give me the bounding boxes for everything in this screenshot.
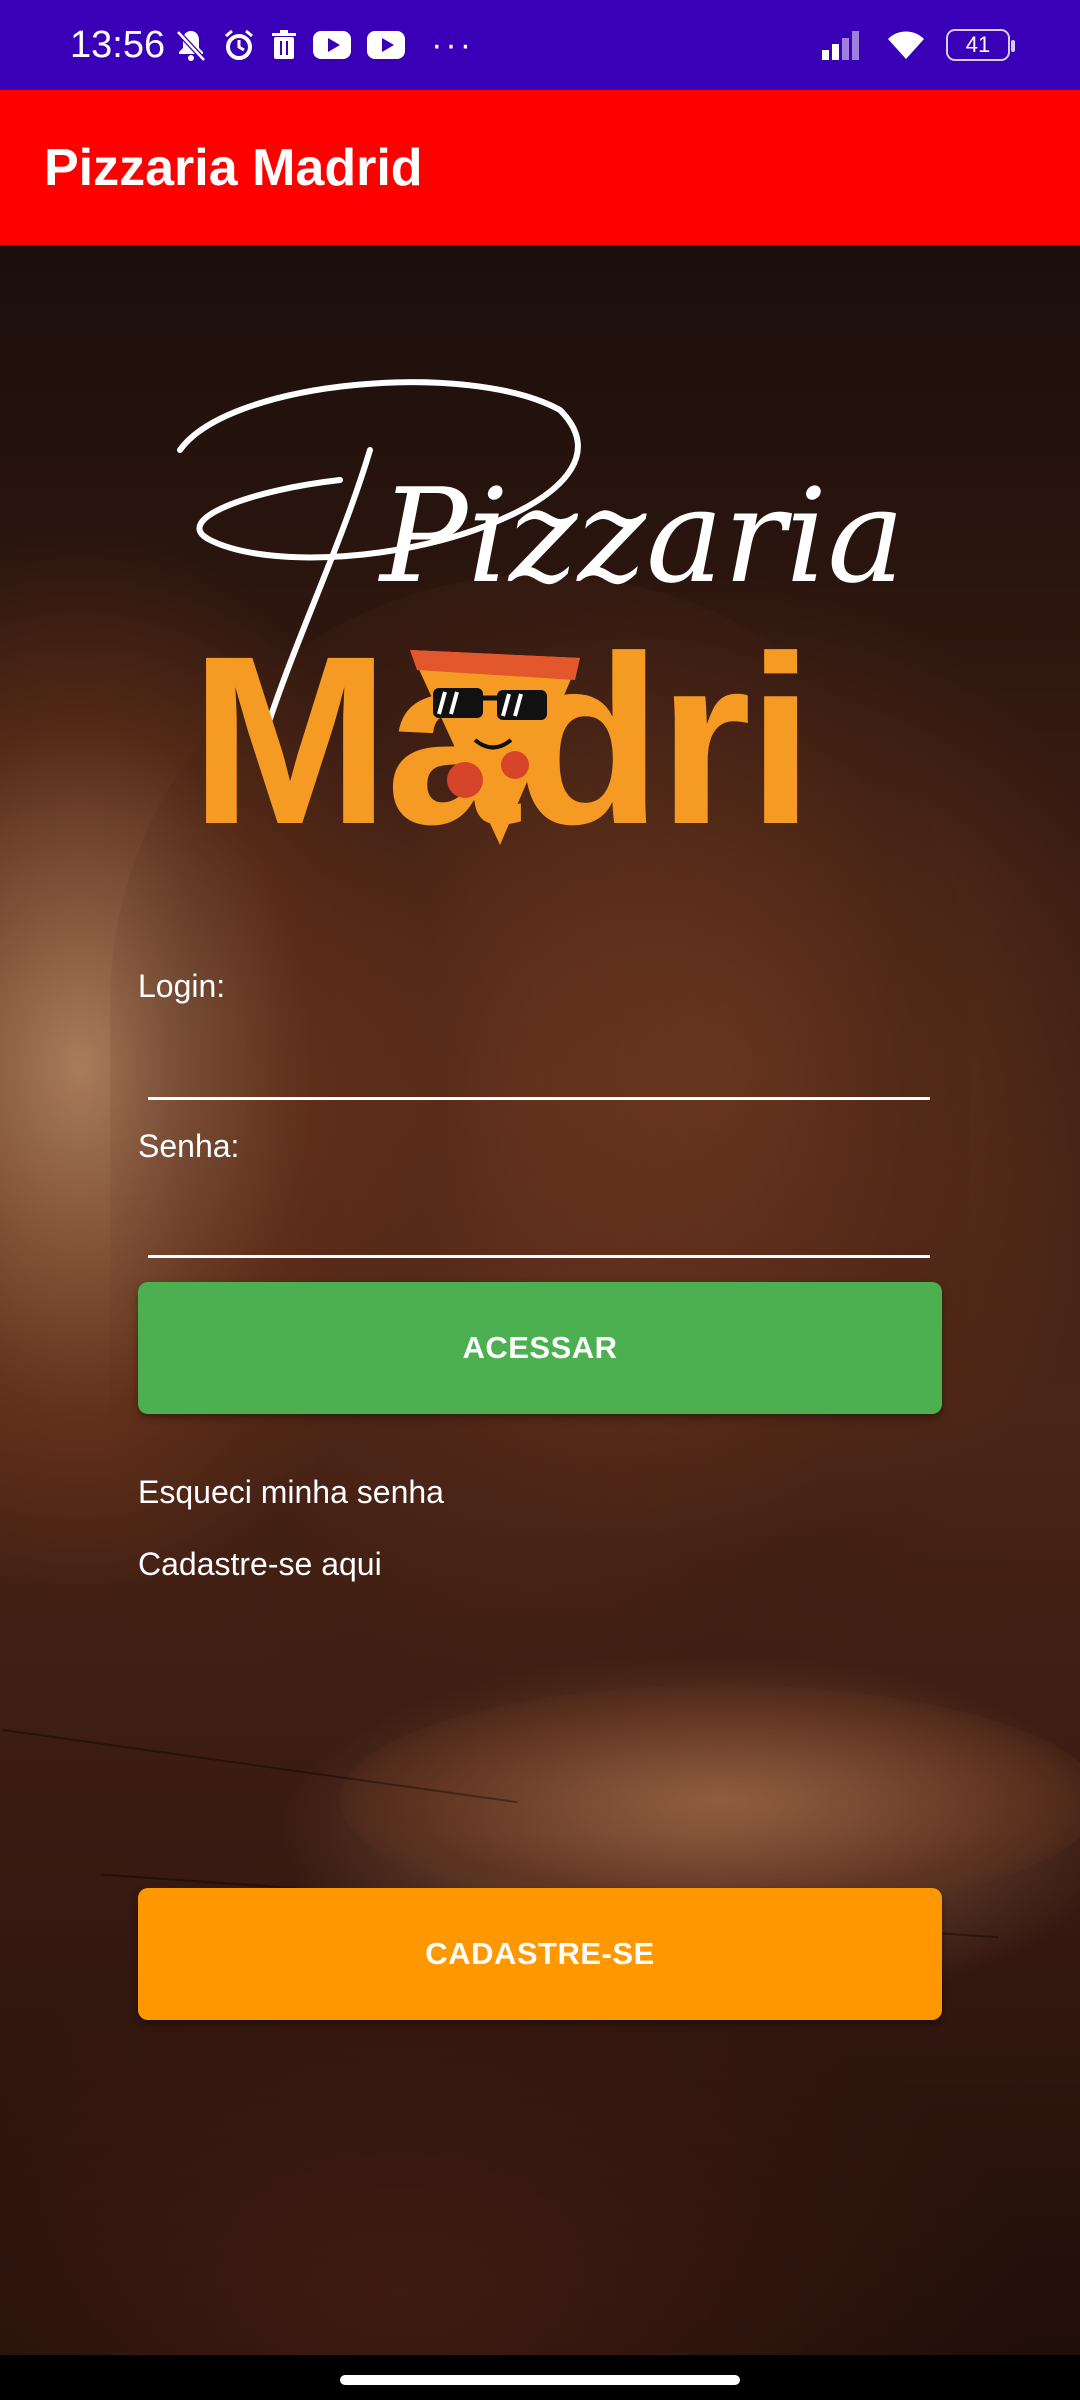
register-link[interactable]: Cadastre-se aqui (138, 1546, 382, 1583)
youtube-icon (313, 31, 352, 59)
login-input[interactable] (148, 1040, 930, 1100)
system-icons: 41 (822, 29, 1015, 61)
youtube-icon (367, 31, 406, 59)
password-label: Senha: (138, 1128, 240, 1164)
pizzaria-madri-logo: Pizzaria Madri (160, 370, 920, 870)
app-title: Pizzaria Madrid (44, 138, 423, 197)
pizza-slice-mascot-icon (410, 650, 580, 845)
forgot-password-link[interactable]: Esqueci minha senha (138, 1474, 444, 1511)
pizza-image (340, 1685, 1080, 1915)
alarm-icon (223, 28, 255, 62)
navigation-bar (0, 2355, 1080, 2400)
login-screen: 13:56 ··· 41 Pizzaria Madrid Pizzaria Lo… (0, 0, 1080, 2400)
app-bar: Pizzaria Madrid (0, 90, 1080, 245)
trash-icon (271, 29, 297, 61)
home-gesture-handle[interactable] (340, 2375, 740, 2385)
wifi-icon (886, 29, 926, 61)
notification-icons: ··· (175, 28, 474, 62)
more-dots-icon: ··· (431, 26, 475, 64)
password-input[interactable] (148, 1198, 930, 1258)
login-button[interactable]: ACESSAR (138, 1282, 942, 1414)
login-label: Login: (138, 968, 226, 1004)
signal-icon (822, 30, 866, 60)
status-bar: 13:56 ··· 41 (0, 0, 1080, 90)
register-button[interactable]: CADASTRE-SE (138, 1888, 942, 2020)
mute-icon (175, 28, 207, 62)
status-time: 13:56 (70, 23, 166, 66)
logo-script-text: Pizzaria (380, 460, 905, 612)
battery-icon: 41 (946, 29, 1015, 61)
